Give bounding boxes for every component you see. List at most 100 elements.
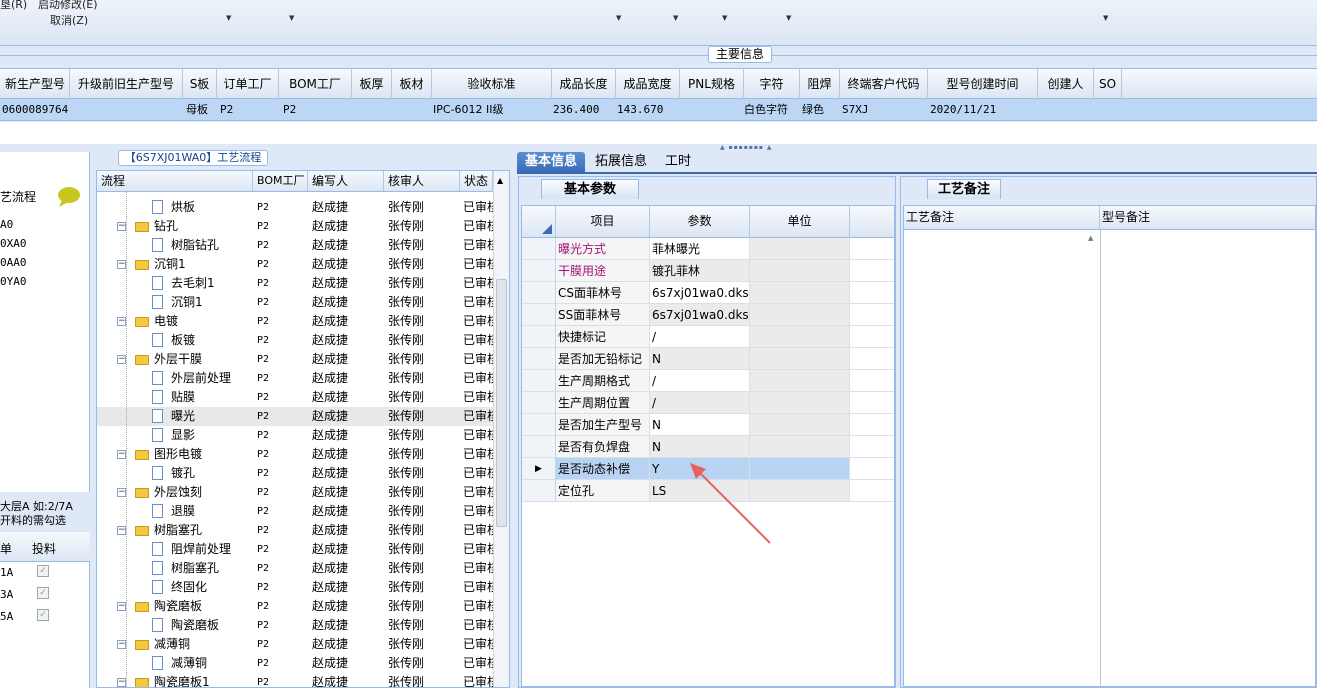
tree-row[interactable]: 阻焊前处理 P2 赵成捷 张传刚 已审核 xyxy=(97,540,493,559)
col-header-thickness[interactable]: 板厚 xyxy=(352,69,392,99)
col-header-pnl[interactable]: PNL规格 xyxy=(680,69,744,99)
dropdown-arrow-icon[interactable]: ▼ xyxy=(226,14,231,22)
col-header-old-model[interactable]: 升级前旧生产型号 xyxy=(70,69,183,99)
tree-row[interactable]: 显影 P2 赵成捷 张传刚 已审核 xyxy=(97,426,493,445)
tree-row[interactable]: 曝光 P2 赵成捷 张传刚 已审核 xyxy=(97,407,493,426)
col-header-s-board[interactable]: S板 xyxy=(183,69,217,99)
row-indicator[interactable] xyxy=(522,414,556,436)
remarks-col-model[interactable]: 型号备注 xyxy=(1100,206,1315,229)
dropdown-arrow-icon[interactable]: ▼ xyxy=(1103,14,1108,22)
tree-row[interactable]: 树脂钻孔 P2 赵成捷 张传刚 已审核 xyxy=(97,236,493,255)
param-value[interactable]: 6s7xj01wa0.dksb xyxy=(650,304,750,326)
collapse-icon[interactable]: − xyxy=(117,355,126,364)
param-value[interactable]: 菲林曝光 xyxy=(650,238,750,260)
checkbox[interactable]: ✓ xyxy=(37,587,49,599)
tree-row[interactable]: 陶瓷磨板 P2 赵成捷 张传刚 已审核 xyxy=(97,616,493,635)
tab-work-hours[interactable]: 工时 xyxy=(657,152,699,174)
col-header-customer-code[interactable]: 终端客户代码 xyxy=(840,69,928,99)
scroll-thumb[interactable] xyxy=(496,279,507,527)
col-header-solder[interactable]: 阻焊 xyxy=(800,69,840,99)
params-col-item[interactable]: 项目 xyxy=(556,206,650,237)
param-value[interactable]: 6s7xj01wa0.dkst xyxy=(650,282,750,304)
col-header-bom-factory[interactable]: BOM工厂 xyxy=(279,69,352,99)
tree-col-status[interactable]: 状态 xyxy=(460,171,493,191)
param-value[interactable]: 镀孔菲林 xyxy=(650,260,750,282)
param-value[interactable]: / xyxy=(650,392,750,414)
tree-row[interactable]: − 电镀 P2 赵成捷 张传刚 已审核 xyxy=(97,312,493,331)
collapse-icon[interactable]: − xyxy=(117,222,126,231)
row-indicator[interactable] xyxy=(522,436,556,458)
collapse-icon[interactable]: − xyxy=(117,488,126,497)
col-header-char[interactable]: 字符 xyxy=(744,69,800,99)
table-row[interactable]: 0600089764 母板 P2 P2 IPC-6012 II级 236.400… xyxy=(0,99,1317,121)
col-header-new-model[interactable]: 新生产型号 xyxy=(0,69,70,99)
row-indicator[interactable] xyxy=(522,238,556,260)
param-row[interactable]: 是否加无铅标记 N xyxy=(522,348,894,370)
dropdown-arrow-icon[interactable]: ▼ xyxy=(289,14,294,22)
tree-col-bom[interactable]: BOM工厂 xyxy=(253,171,308,191)
splitter-grip-icon[interactable]: ▲ ▪▪▪▪▪▪▪ ▲ xyxy=(720,144,773,151)
row-indicator[interactable]: ▶ xyxy=(522,458,556,480)
param-unit[interactable] xyxy=(750,414,850,436)
tree-col-reviewer[interactable]: 核审人 xyxy=(384,171,460,191)
tree-row[interactable]: 板镀 P2 赵成捷 张传刚 已审核 xyxy=(97,331,493,350)
params-col-unit[interactable]: 单位 xyxy=(750,206,850,237)
tree-row[interactable]: 终固化 P2 赵成捷 张传刚 已审核 xyxy=(97,578,493,597)
collapse-icon[interactable]: − xyxy=(117,260,126,269)
row-indicator[interactable] xyxy=(522,260,556,282)
remarks-col-process[interactable]: 工艺备注 xyxy=(904,206,1100,229)
row-indicator[interactable] xyxy=(522,480,556,502)
row-indicator[interactable] xyxy=(522,392,556,414)
collapse-icon[interactable]: − xyxy=(117,602,126,611)
collapse-icon[interactable]: − xyxy=(117,450,126,459)
col-header-material[interactable]: 板材 xyxy=(392,69,432,99)
tree-row[interactable]: − 图形电镀 P2 赵成捷 张传刚 已审核 xyxy=(97,445,493,464)
basic-params-tab[interactable]: 基本参数 xyxy=(541,179,639,199)
col-header-so[interactable]: SO xyxy=(1094,69,1122,99)
tree-row[interactable]: 减薄铜 P2 赵成捷 张传刚 已审核 xyxy=(97,654,493,673)
col-header-creator[interactable]: 创建人 xyxy=(1038,69,1094,99)
col-header-length[interactable]: 成品长度 xyxy=(552,69,616,99)
tree-row[interactable]: 去毛刺1 P2 赵成捷 张传刚 已审核 xyxy=(97,274,493,293)
chat-bubble-icon[interactable] xyxy=(56,186,82,208)
tree-row[interactable]: 退膜 P2 赵成捷 张传刚 已审核 xyxy=(97,502,493,521)
param-row[interactable]: 是否加生产型号 N xyxy=(522,414,894,436)
param-row[interactable]: CS面菲林号 6s7xj01wa0.dkst xyxy=(522,282,894,304)
collapse-icon[interactable]: − xyxy=(117,317,126,326)
tree-row[interactable]: 镀孔 P2 赵成捷 张传刚 已审核 xyxy=(97,464,493,483)
param-unit[interactable] xyxy=(750,304,850,326)
param-row[interactable]: 生产周期格式 / xyxy=(522,370,894,392)
start-edit-button[interactable]: 启动修改(E) xyxy=(38,0,98,12)
param-row[interactable]: 快捷标记 / xyxy=(522,326,894,348)
dropdown-arrow-icon[interactable]: ▼ xyxy=(786,14,791,22)
list-item[interactable]: A0 xyxy=(0,218,13,231)
tree-row[interactable]: 外层前处理 P2 赵成捷 张传刚 已审核 xyxy=(97,369,493,388)
param-value[interactable]: / xyxy=(650,326,750,348)
param-value[interactable]: N xyxy=(650,414,750,436)
tree-row[interactable]: 烘板 P2 赵成捷 张传刚 已审核 xyxy=(97,198,493,217)
col-header-acceptance[interactable]: 验收标准 xyxy=(432,69,552,99)
list-item[interactable]: 0XA0 xyxy=(0,237,27,250)
tree-row[interactable]: 贴膜 P2 赵成捷 张传刚 已审核 xyxy=(97,388,493,407)
param-unit[interactable] xyxy=(750,392,850,414)
remarks-tab[interactable]: 工艺备注 xyxy=(927,179,1001,199)
param-unit[interactable] xyxy=(750,348,850,370)
param-row[interactable]: SS面菲林号 6s7xj01wa0.dksb xyxy=(522,304,894,326)
tree-row[interactable]: − 钻孔 P2 赵成捷 张传刚 已审核 xyxy=(97,217,493,236)
tab-basic-info[interactable]: 基本信息 xyxy=(517,152,586,174)
tree-row[interactable]: − 陶瓷磨板1 P2 赵成捷 张传刚 已审核 xyxy=(97,673,493,687)
tree-row[interactable]: − 陶瓷磨板 P2 赵成捷 张传刚 已审核 xyxy=(97,597,493,616)
menu-item-r[interactable]: 垦(R) xyxy=(0,0,27,12)
param-row[interactable]: 生产周期位置 / xyxy=(522,392,894,414)
collapse-icon[interactable]: − xyxy=(117,526,126,535)
checkbox[interactable]: ✓ xyxy=(37,565,49,577)
dropdown-arrow-icon[interactable]: ▼ xyxy=(722,14,727,22)
row-indicator[interactable] xyxy=(522,370,556,392)
tree-col-writer[interactable]: 编写人 xyxy=(308,171,384,191)
tree-row[interactable]: − 外层蚀刻 P2 赵成捷 张传刚 已审核 xyxy=(97,483,493,502)
param-row[interactable]: 干膜用途 镀孔菲林 xyxy=(522,260,894,282)
cancel-button[interactable]: 取消(Z) xyxy=(50,12,88,28)
collapse-icon[interactable]: − xyxy=(117,640,126,649)
tree-scrollbar[interactable]: ▲ xyxy=(493,171,509,687)
param-unit[interactable] xyxy=(750,238,850,260)
